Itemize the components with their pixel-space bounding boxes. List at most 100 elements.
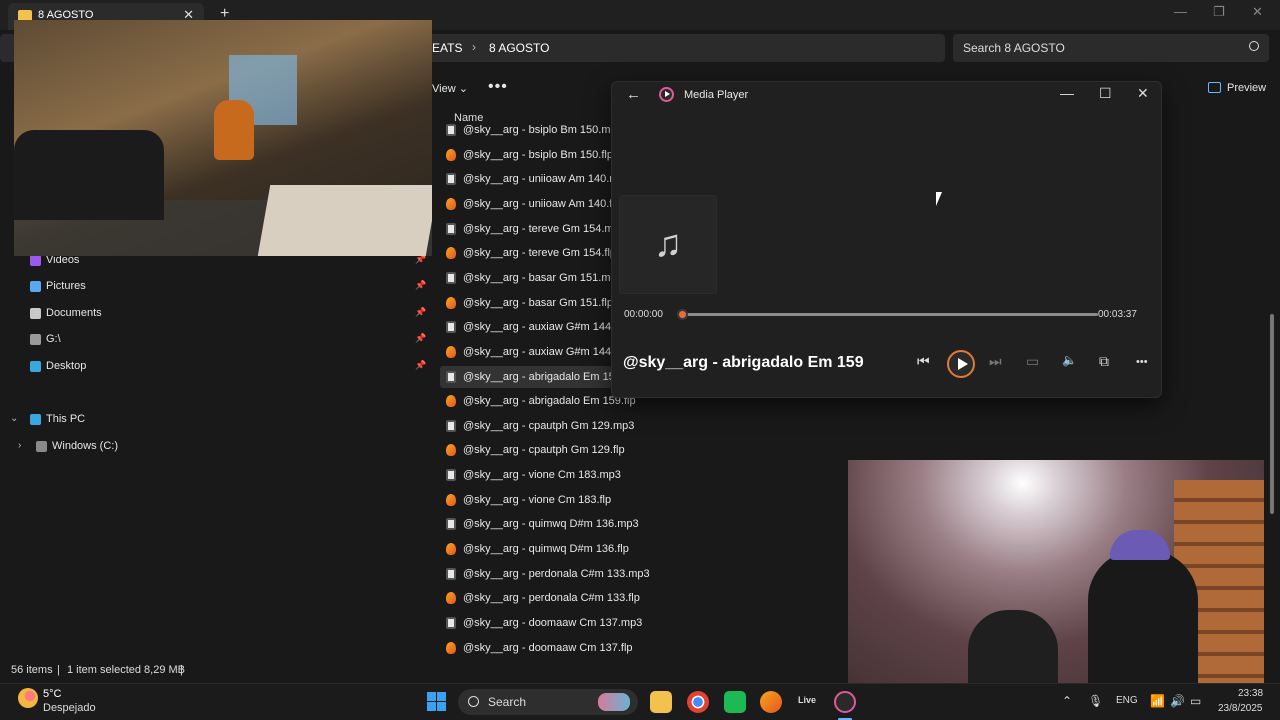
microphone-icon[interactable]: 🎙 bbox=[1088, 694, 1103, 708]
file-row[interactable]: @sky__arg - tereve Gm 154.flp bbox=[440, 242, 616, 264]
volume-icon[interactable]: 🔈 bbox=[1062, 353, 1077, 367]
sidebar-item-label: Desktop bbox=[46, 360, 87, 372]
file-row[interactable]: @sky__arg - doomaaw Cm 137.mp3 bbox=[440, 612, 642, 634]
file-explorer-icon[interactable] bbox=[650, 691, 672, 713]
file-row[interactable]: @sky__arg - vione Cm 183.mp3 bbox=[440, 464, 621, 486]
fl-studio-icon[interactable] bbox=[760, 691, 782, 713]
play-button[interactable] bbox=[947, 350, 975, 378]
fl-studio-file-icon bbox=[446, 543, 456, 556]
file-row[interactable]: @sky__arg - uniioaw Am 140.flp bbox=[440, 193, 621, 215]
more-options-button[interactable]: ••• bbox=[488, 78, 508, 96]
cap-shape bbox=[1110, 530, 1170, 560]
file-row[interactable]: @sky__arg - basar Gm 151.mp3 bbox=[440, 267, 623, 289]
clock-date[interactable]: 23/8/2025 bbox=[1218, 703, 1263, 714]
file-row[interactable]: @sky__arg - doomaaw Cm 137.flp bbox=[440, 637, 633, 659]
search-placeholder: Search 8 AGOSTO bbox=[963, 41, 1065, 55]
search-input[interactable]: Search 8 AGOSTO bbox=[953, 34, 1269, 62]
audio-file-icon bbox=[446, 518, 456, 531]
file-row[interactable]: @sky__arg - abrigadalo Em 159.mp3 bbox=[440, 365, 645, 388]
minimize-button[interactable]: — bbox=[1174, 4, 1187, 19]
file-row[interactable]: @sky__arg - uniioaw Am 140.mp3 bbox=[440, 168, 631, 190]
search-icon[interactable] bbox=[1249, 41, 1259, 51]
language-indicator[interactable]: ENG bbox=[1116, 695, 1138, 706]
music-note-icon: ♫ bbox=[653, 223, 683, 265]
miniplayer-icon[interactable]: ⧉ bbox=[1099, 353, 1109, 370]
file-row[interactable]: @sky__arg - cpautph Gm 129.mp3 bbox=[440, 415, 634, 437]
seek-bar[interactable] bbox=[677, 309, 1098, 320]
file-row[interactable]: @sky__arg - bsiplo Bm 150.flp bbox=[440, 144, 613, 166]
sidebar-item-g-drive[interactable]: G:\ bbox=[30, 329, 61, 349]
media-player-icon[interactable] bbox=[834, 691, 856, 713]
file-row[interactable]: @sky__arg - basar Gm 151.flp bbox=[440, 292, 613, 314]
file-row[interactable]: @sky__arg - quimwq D#m 136.flp bbox=[440, 538, 629, 560]
file-row[interactable]: @sky__arg - perdonala C#m 133.mp3 bbox=[440, 563, 650, 585]
seek-bar-thumb[interactable] bbox=[677, 309, 688, 320]
maximize-button[interactable]: ❐ bbox=[1213, 4, 1225, 20]
file-row[interactable]: @sky__arg - quimwq D#m 136.mp3 bbox=[440, 513, 639, 535]
file-name: @sky__arg - auxiaw G#m 144.mp3 bbox=[463, 321, 636, 334]
ableton-live-icon[interactable]: Live bbox=[798, 695, 816, 705]
breadcrumb-chevron-icon[interactable]: › bbox=[472, 40, 476, 54]
back-arrow-icon[interactable]: ← bbox=[626, 86, 641, 103]
file-row[interactable]: @sky__arg - abrigadalo Em 159.flp bbox=[440, 390, 636, 412]
captions-icon[interactable]: ▭ bbox=[1026, 353, 1039, 370]
wifi-icon[interactable]: 📶 bbox=[1150, 694, 1165, 708]
preview-pane-icon[interactable] bbox=[1208, 82, 1221, 93]
status-separator: | bbox=[180, 664, 183, 676]
breadcrumb-current[interactable]: 8 AGOSTO bbox=[489, 41, 549, 55]
file-name: @sky__arg - vione Cm 183.flp bbox=[463, 493, 612, 506]
sidebar-item-pictures[interactable]: Pictures bbox=[30, 276, 86, 296]
search-highlight-icon bbox=[598, 693, 630, 711]
more-options-icon[interactable]: ••• bbox=[1136, 356, 1148, 368]
preview-button[interactable]: Preview bbox=[1227, 82, 1266, 94]
audio-file-icon bbox=[446, 567, 456, 580]
chevron-down-icon[interactable]: ⌄ bbox=[10, 413, 18, 424]
sidebar-item-desktop[interactable]: Desktop bbox=[30, 356, 86, 376]
file-row[interactable]: @sky__arg - cpautph Gm 129.flp bbox=[440, 439, 625, 461]
taskbar-search-input[interactable]: Search bbox=[458, 689, 638, 715]
sidebar-item-documents[interactable]: Documents bbox=[30, 303, 102, 323]
volume-icon[interactable]: 🔊 bbox=[1170, 694, 1185, 708]
tray-chevron-icon[interactable]: ⌃ bbox=[1062, 694, 1072, 708]
file-name: @sky__arg - bsiplo Bm 150.flp bbox=[463, 148, 613, 161]
weather-description[interactable]: Despejado bbox=[43, 702, 96, 714]
breadcrumb-parent[interactable]: EATS bbox=[432, 41, 462, 55]
maximize-button[interactable]: ☐ bbox=[1099, 85, 1112, 102]
chrome-icon[interactable] bbox=[687, 691, 709, 713]
file-name: @sky__arg - perdonala C#m 133.mp3 bbox=[463, 567, 650, 580]
next-track-icon[interactable]: ⏭ bbox=[989, 353, 1002, 370]
file-name: @sky__arg - cpautph Gm 129.mp3 bbox=[463, 419, 635, 432]
fl-studio-file-icon bbox=[446, 493, 456, 506]
file-row[interactable]: @sky__arg - auxiaw G#m 144.flp bbox=[440, 341, 626, 363]
windows-start-icon[interactable] bbox=[427, 692, 446, 711]
file-row[interactable]: @sky__arg - auxiaw G#m 144.mp3 bbox=[440, 316, 636, 338]
chevron-right-icon[interactable]: › bbox=[18, 440, 21, 451]
file-row[interactable]: @sky__arg - vione Cm 183.flp bbox=[440, 489, 612, 511]
sidebar-item-this-pc[interactable]: This PC bbox=[30, 409, 85, 429]
battery-icon[interactable]: ▭ bbox=[1190, 694, 1201, 708]
minimize-button[interactable]: — bbox=[1060, 85, 1074, 101]
file-name: @sky__arg - uniioaw Am 140.flp bbox=[463, 197, 621, 210]
sidebar-item-windows-c[interactable]: Windows (C:) bbox=[36, 436, 118, 456]
file-name: @sky__arg - auxiaw G#m 144.flp bbox=[463, 345, 626, 358]
search-placeholder: Search bbox=[488, 695, 527, 709]
app-icon[interactable] bbox=[724, 691, 746, 713]
file-name: @sky__arg - abrigadalo Em 159.flp bbox=[463, 395, 636, 408]
file-row[interactable]: @sky__arg - tereve Gm 154.mp3 bbox=[440, 218, 626, 240]
person-shape bbox=[1088, 550, 1198, 693]
pin-icon: 📌 bbox=[415, 307, 427, 317]
scrollbar[interactable] bbox=[1270, 314, 1274, 514]
file-row[interactable]: @sky__arg - perdonala C#m 133.flp bbox=[440, 587, 640, 609]
clock-time[interactable]: 23:38 bbox=[1238, 688, 1263, 699]
view-button[interactable]: View ⌄ bbox=[432, 82, 468, 95]
file-row[interactable]: @sky__arg - bsiplo Bm 150.mp3 bbox=[440, 119, 623, 141]
audio-file-icon bbox=[446, 321, 456, 334]
audio-file-icon bbox=[446, 124, 456, 136]
fl-studio-file-icon bbox=[446, 345, 456, 358]
close-button[interactable]: ✕ bbox=[1252, 4, 1263, 20]
weather-icon[interactable] bbox=[18, 688, 38, 708]
close-button[interactable]: ✕ bbox=[1137, 85, 1149, 102]
weather-temperature[interactable]: 5°C bbox=[43, 688, 61, 700]
song-title: @sky__arg - abrigadalo Em 159 bbox=[623, 354, 864, 371]
previous-track-icon[interactable]: ⏮ bbox=[917, 353, 930, 370]
